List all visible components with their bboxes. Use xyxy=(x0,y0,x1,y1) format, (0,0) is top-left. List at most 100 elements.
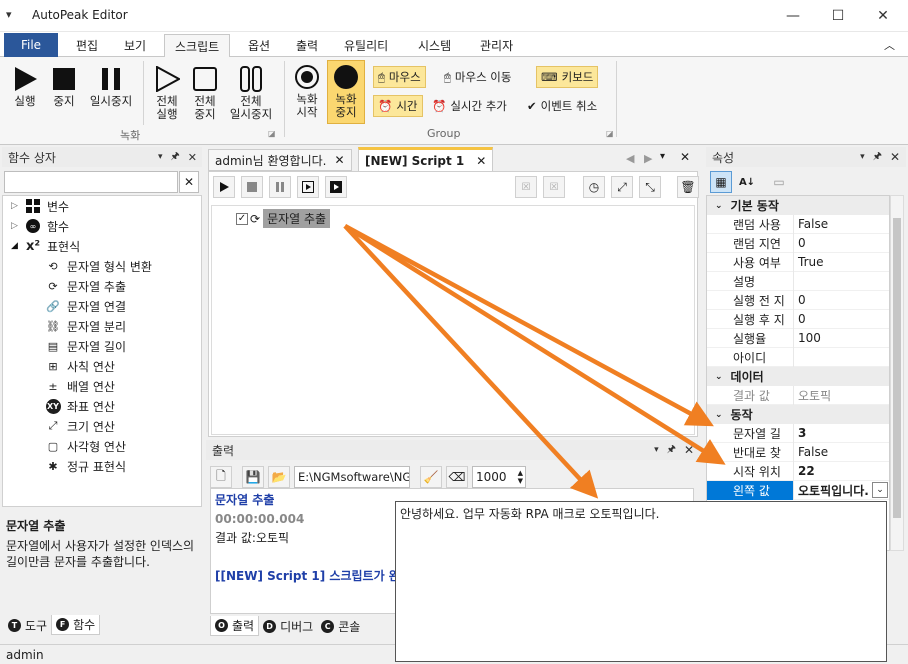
pin-icon[interactable]: 🖈 xyxy=(171,149,180,166)
tree-item-arithmetic[interactable]: ⊞ 사칙 연산 xyxy=(45,356,201,376)
tree-item-size[interactable]: ⤢ 크기 연산 xyxy=(45,416,201,436)
close-panel-icon[interactable]: ✕ xyxy=(684,443,694,457)
line-limit-stepper[interactable]: 1000 ▲ ▼ xyxy=(472,466,526,488)
collapse-ribbon-icon[interactable]: ︿ xyxy=(884,37,895,53)
maximize-button[interactable]: ☐ xyxy=(815,0,861,32)
tree-item-string-join[interactable]: 🔗 문자열 연결 xyxy=(45,296,201,316)
node-checkbox[interactable]: ✓ xyxy=(236,212,248,225)
script-stop-button[interactable] xyxy=(241,176,263,198)
prop-row[interactable]: 설명 xyxy=(707,271,889,291)
mouse-toggle[interactable]: 🖱 마우스 xyxy=(373,66,426,88)
category-action[interactable]: ⌄ 동작 xyxy=(707,405,889,424)
prop-row[interactable]: 실행 전 지 0 xyxy=(707,290,889,310)
keyboard-toggle[interactable]: ⌨ 키보드 xyxy=(536,66,599,88)
tab-view[interactable]: 보기 xyxy=(114,34,156,57)
tab-system[interactable]: 시스템 xyxy=(408,34,461,57)
expand-icon[interactable]: ▷ xyxy=(11,221,25,231)
clear-search-button[interactable]: ✕ xyxy=(179,171,199,193)
dialog-launcher-icon[interactable]: ◪ xyxy=(606,129,614,138)
spinner-arrows-icon[interactable]: ▲ ▼ xyxy=(518,469,525,485)
dropdown-icon[interactable]: ▾ xyxy=(860,152,865,162)
prop-row[interactable]: 랜덤 지연 0 xyxy=(707,233,889,253)
new-log-button[interactable]: 🗋 xyxy=(210,466,232,488)
expand-icon[interactable]: ▷ xyxy=(11,201,25,211)
open-folder-button[interactable]: 📂 xyxy=(268,466,290,488)
tree-item-string-format[interactable]: ⟲ 문자열 형식 변환 xyxy=(45,256,201,276)
tab-file[interactable]: File xyxy=(4,33,58,57)
category-data[interactable]: ⌄ 데이터 xyxy=(707,367,889,386)
filter-button[interactable]: 🧹 xyxy=(420,466,442,488)
scroll-tabs-left-icon[interactable]: ◀ xyxy=(626,152,634,165)
close-doc-icon[interactable]: ✕ xyxy=(680,150,690,164)
tab-options[interactable]: 옵션 xyxy=(238,34,280,57)
prop-row[interactable]: 문자열 길 3 xyxy=(707,423,889,443)
scrollbar-thumb[interactable] xyxy=(893,218,901,518)
record-start-button[interactable]: 녹화 시작 xyxy=(289,61,325,119)
tab-debug[interactable]: D 디버그 xyxy=(259,616,317,636)
tab-admin[interactable]: 관리자 xyxy=(470,34,523,57)
close-window-button[interactable]: ✕ xyxy=(860,0,906,32)
mouse-move-toggle[interactable]: 🖱 마우스 이동 xyxy=(444,66,511,88)
function-search-input[interactable] xyxy=(4,171,178,193)
tree-item-string-extract[interactable]: ⟳ 문자열 추출 xyxy=(45,276,201,296)
collapse-icon[interactable]: ⌄ xyxy=(715,201,723,211)
prop-value[interactable]: 오토픽 xyxy=(793,385,889,405)
tree-item-rectangle[interactable]: ▢ 사각형 연산 xyxy=(45,436,201,456)
log-path-input[interactable]: E:\NGMsoftware\NG xyxy=(294,466,410,488)
pin-icon[interactable]: 🖈 xyxy=(667,442,676,459)
category-basic[interactable]: ⌄ 기본 동작 xyxy=(707,196,889,215)
dropdown-icon[interactable]: ▾ xyxy=(654,445,659,455)
prop-row[interactable]: 아이디 xyxy=(707,347,889,367)
alphabetical-button[interactable]: A↓ xyxy=(736,171,758,193)
value-dropdown-button[interactable]: ⌄ xyxy=(872,482,888,498)
prop-row-selected[interactable]: 왼쪽 값 오토픽입니다. xyxy=(707,480,889,500)
pause-all-button[interactable]: 전체 일시중지 xyxy=(224,63,278,121)
tree-item-regex[interactable]: ✱ 정규 표현식 xyxy=(45,456,201,476)
tab-script[interactable]: 스크립트 xyxy=(164,34,231,58)
run-all-button[interactable]: 전체 실행 xyxy=(148,63,186,121)
doc-tab-welcome[interactable]: admin님 환영합니다. ✕ xyxy=(208,149,352,171)
prop-row[interactable]: 랜덤 사용 False xyxy=(707,214,889,234)
prop-value[interactable]: 0 xyxy=(793,233,889,253)
prop-row[interactable]: 실행율 100 xyxy=(707,328,889,348)
tree-item-variable[interactable]: ▷ 변수 xyxy=(3,196,201,216)
record-stop-button[interactable]: 녹화 중지 xyxy=(327,60,365,124)
collapse-icon[interactable]: ⌄ xyxy=(715,372,723,382)
save-log-button[interactable]: 💾 xyxy=(242,466,264,488)
delete-disabled-button[interactable]: ☒ xyxy=(515,176,537,198)
stop-all-button[interactable]: 전체 중지 xyxy=(186,63,224,121)
prop-value[interactable]: 3 xyxy=(793,423,889,443)
prop-value[interactable]: 0 xyxy=(793,290,889,310)
step-button[interactable] xyxy=(297,176,319,198)
clock-button[interactable]: ◷ xyxy=(583,176,605,198)
prop-row[interactable]: 결과 값 오토픽 xyxy=(707,385,889,405)
prop-row[interactable]: 실행 후 지 0 xyxy=(707,309,889,329)
tab-edit[interactable]: 편집 xyxy=(66,34,108,57)
tab-output-log[interactable]: O 출력 xyxy=(210,616,260,636)
categorized-button[interactable]: ▦ xyxy=(710,171,732,193)
doc-tab-script[interactable]: [NEW] Script 1 ✕ xyxy=(358,147,494,171)
prop-value[interactable]: 100 xyxy=(793,328,889,348)
prop-value[interactable]: True xyxy=(793,252,889,272)
prop-value[interactable]: 22 xyxy=(793,461,889,481)
minimize-button[interactable]: — xyxy=(770,0,816,32)
tree-item-array[interactable]: ± 배열 연산 xyxy=(45,376,201,396)
dialog-launcher-icon[interactable]: ◪ xyxy=(268,129,276,138)
collapse-button[interactable]: ⤡ xyxy=(639,176,661,198)
script-pause-button[interactable] xyxy=(269,176,291,198)
stop-button[interactable]: 중지 xyxy=(44,63,84,108)
trash-button[interactable]: 🗑 xyxy=(677,176,699,198)
scroll-tabs-right-icon[interactable]: ▶ xyxy=(644,152,652,165)
close-tab-icon[interactable]: ✕ xyxy=(476,154,486,168)
delete-all-disabled-button[interactable]: ☒ xyxy=(543,176,565,198)
time-toggle[interactable]: ⏰ 시간 xyxy=(373,95,423,117)
collapse-icon[interactable]: ⌄ xyxy=(715,410,723,420)
close-tab-icon[interactable]: ✕ xyxy=(334,153,344,167)
property-pages-button[interactable]: ▭ xyxy=(768,171,790,193)
tab-list-icon[interactable]: ▾ xyxy=(660,151,665,162)
run-button[interactable]: 실행 xyxy=(6,63,44,108)
prop-row[interactable]: 시작 위치 22 xyxy=(707,461,889,481)
tree-item-string-split[interactable]: ⛓ 문자열 분리 xyxy=(45,316,201,336)
event-cancel-button[interactable]: ✔ 이벤트 취소 xyxy=(527,95,597,117)
pause-button[interactable]: 일시중지 xyxy=(84,63,138,108)
